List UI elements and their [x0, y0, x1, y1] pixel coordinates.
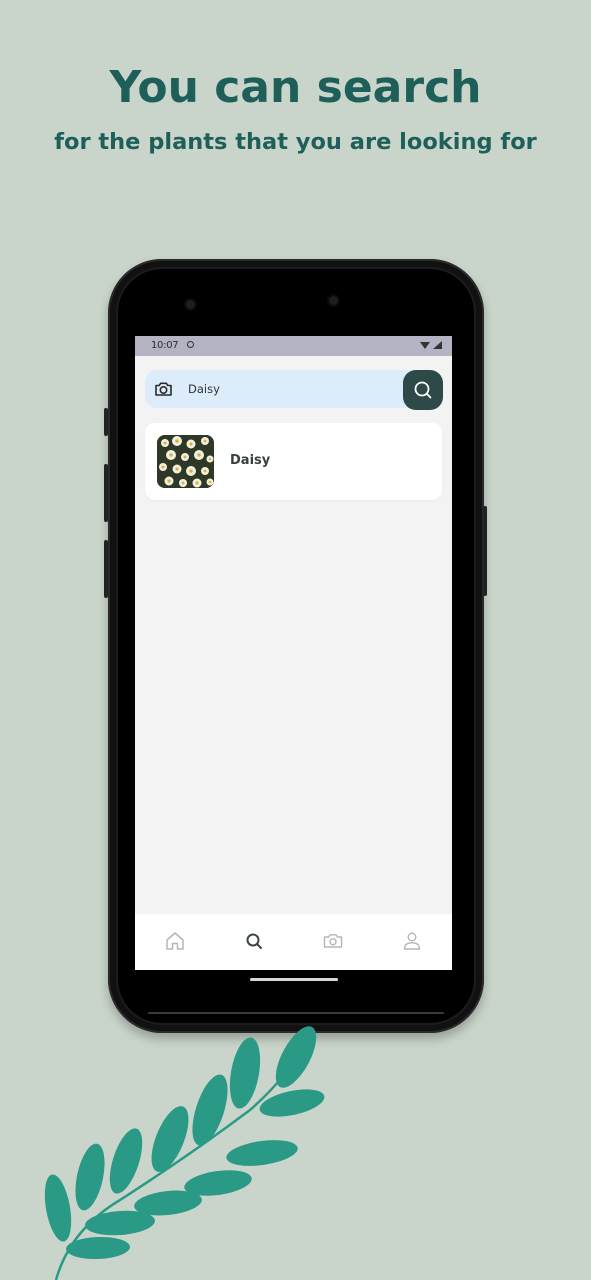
status-bar: 10:07 — [135, 336, 452, 356]
bottom-nav — [135, 914, 452, 970]
result-name: Daisy — [230, 453, 271, 468]
phone-front-camera-icon — [329, 296, 338, 305]
search-icon — [414, 381, 432, 399]
wifi-icon — [420, 342, 430, 349]
signal-icon — [433, 341, 442, 349]
promo-subline: for the plants that you are looking for — [54, 129, 537, 155]
search-bar — [145, 370, 442, 408]
leaf-branch-illustration — [44, 1026, 325, 1280]
promo-headline: You can search — [109, 62, 482, 113]
phone-side-button-power — [483, 506, 487, 596]
app-screen: 10:07 Daisy Daisy — [135, 336, 452, 970]
phone-side-button-volume-up — [104, 464, 108, 522]
status-notification-icon — [187, 341, 194, 348]
home-icon — [166, 932, 184, 950]
status-time: 10:07 — [151, 340, 179, 351]
search-icon — [246, 933, 262, 949]
daisy-thumbnail — [157, 435, 214, 488]
daisy-image — [157, 435, 214, 488]
phone-sensor-icon — [186, 300, 195, 309]
result-card-daisy[interactable]: Daisy — [145, 423, 442, 500]
phone-side-button-volume-down — [104, 540, 108, 598]
phone-bottom-edge — [148, 1012, 444, 1014]
search-input[interactable] — [188, 379, 388, 399]
search-button[interactable] — [403, 370, 443, 410]
profile-icon — [403, 932, 421, 950]
camera-search-button[interactable] — [154, 380, 173, 398]
nav-profile[interactable] — [400, 930, 424, 952]
camera-icon — [323, 934, 343, 948]
nav-camera[interactable] — [321, 930, 345, 952]
phone-side-button-top — [104, 408, 108, 436]
nav-search[interactable] — [242, 930, 266, 952]
home-indicator[interactable] — [250, 978, 338, 981]
camera-icon — [155, 382, 172, 396]
nav-home[interactable] — [163, 930, 187, 952]
